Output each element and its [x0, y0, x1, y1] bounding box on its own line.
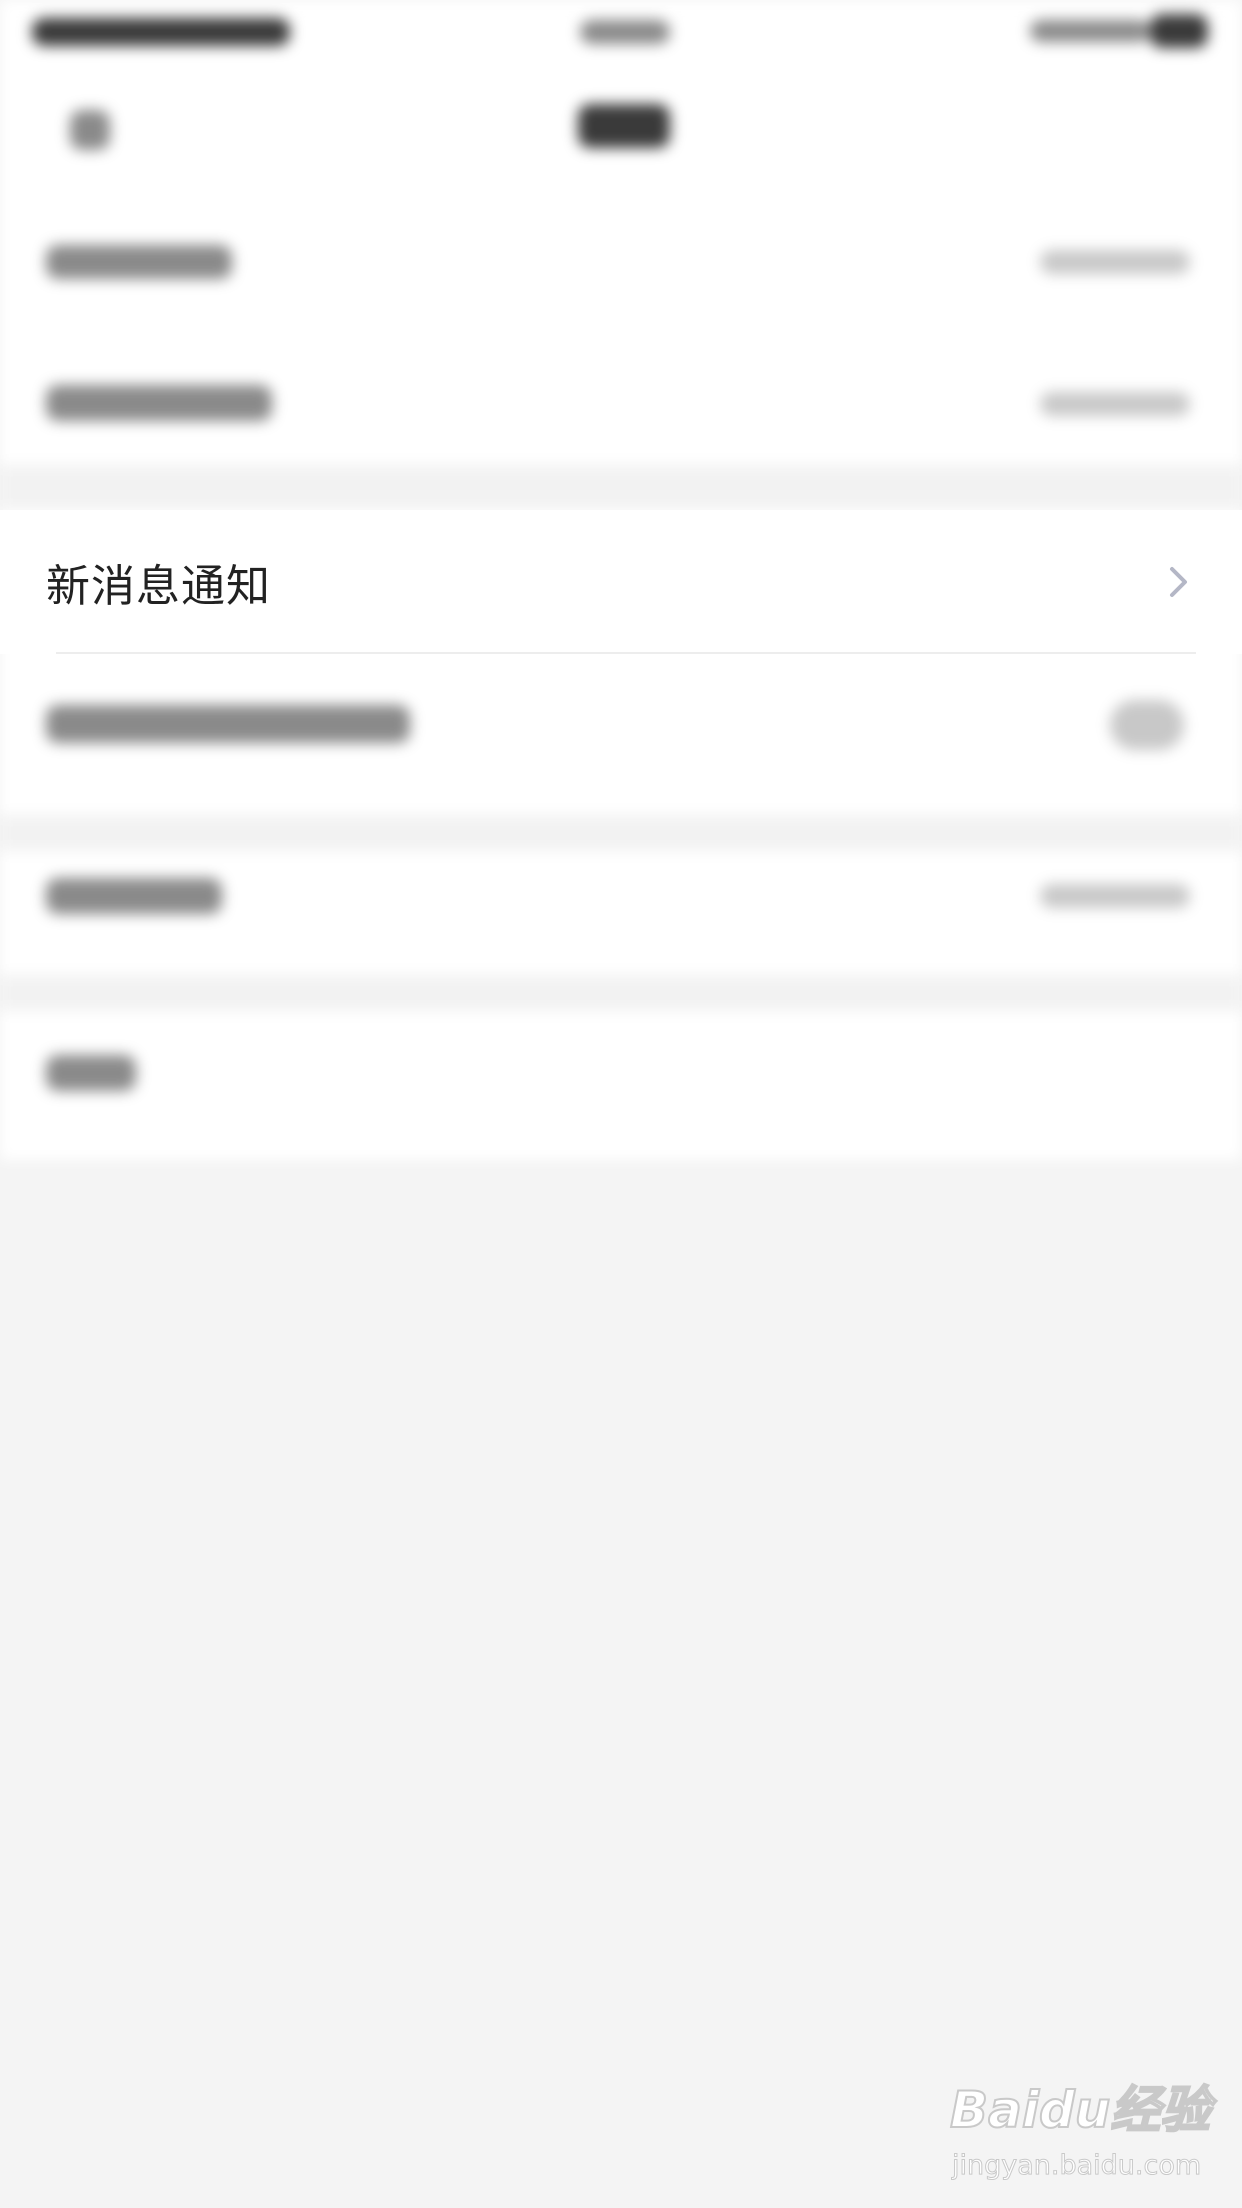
- row-divider: [56, 652, 1196, 654]
- watermark-url: jingyan.baidu.com: [951, 2150, 1202, 2182]
- settings-item-label: 新消息通知: [46, 561, 271, 612]
- settings-screen: 新消息通知 Baidu经验 jingyan.baidu.com: [0, 0, 1242, 2208]
- baidu-jingyan-watermark: Baidu经验 jingyan.baidu.com: [949, 2070, 1211, 2190]
- chevron-right-icon: [1170, 567, 1187, 597]
- watermark-brand: Baidu经验: [949, 2080, 1211, 2140]
- settings-item-new-message-notification[interactable]: 新消息通知: [0, 510, 1242, 654]
